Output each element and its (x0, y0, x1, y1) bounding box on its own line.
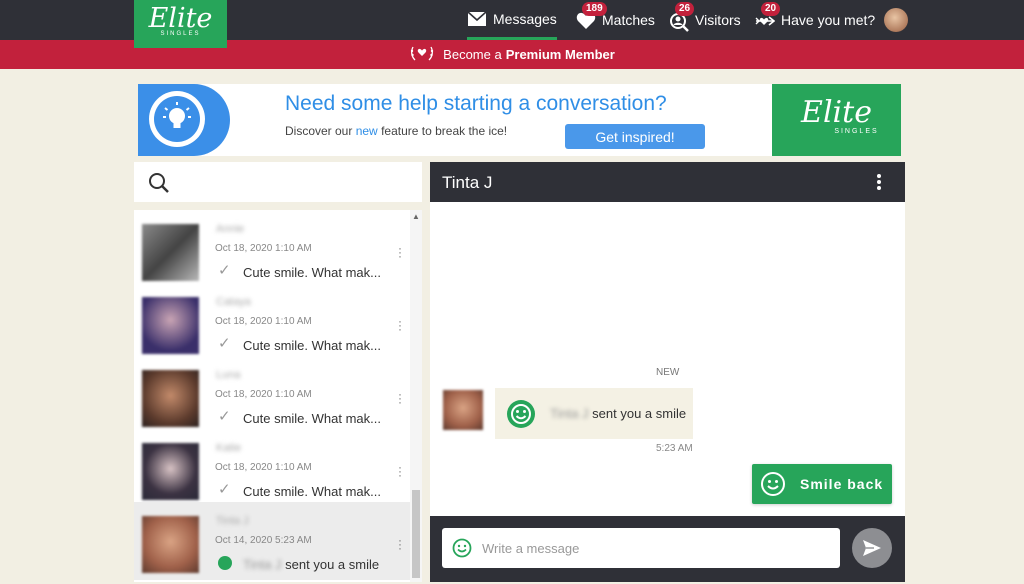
chat-contact-name[interactable]: Tinta J (442, 173, 492, 193)
nav-visitors[interactable]: 26 Visitors (669, 0, 741, 40)
user-avatar[interactable] (884, 8, 908, 32)
emoji-icon[interactable] (452, 538, 472, 558)
conversation-menu-icon[interactable]: · · · (397, 388, 403, 408)
nav-have-you-met-label: Have you met? (781, 12, 876, 28)
conversation-menu-icon[interactable]: · · · (397, 242, 403, 262)
avatar (142, 516, 199, 573)
conversation-item[interactable]: Cataya Oct 18, 2020 1:10 AM ✓ Cute smile… (134, 283, 410, 356)
smile-back-button[interactable]: Smile back (752, 464, 892, 504)
avatar (142, 297, 199, 354)
conversation-list-scrollbar[interactable]: ▲ (410, 210, 422, 582)
message-field[interactable] (442, 528, 840, 568)
conversation-item[interactable]: Luna Oct 18, 2020 1:10 AM ✓ Cute smile. … (134, 356, 410, 429)
elite-singles-logo[interactable]: Elite SINGLES (134, 0, 227, 48)
visitors-count-badge: 26 (675, 2, 695, 16)
cupid-arrow-icon: 20 (755, 2, 781, 30)
avatar (142, 224, 199, 281)
laurel-heart-icon (409, 44, 435, 65)
read-check-icon: ✓ (218, 481, 231, 498)
nav-matches[interactable]: 189 Matches (576, 0, 655, 40)
heart-icon: 189 (576, 2, 607, 30)
premium-prefix: Become a (443, 47, 502, 62)
conversation-item[interactable]: Annie Oct 18, 2020 1:10 AM ✓ Cute smile.… (134, 210, 410, 283)
conversation-help-banner: Need some help starting a conversation? … (138, 84, 901, 156)
nav-matches-label: Matches (602, 12, 655, 28)
banner-subtitle: Discover our new feature to break the ic… (285, 124, 508, 138)
matches-count-badge: 189 (582, 2, 607, 16)
conversation-menu-icon[interactable]: · · · (397, 461, 403, 481)
banner-elite-logo: Elite SINGLES (772, 84, 901, 156)
lightbulb-icon (138, 84, 230, 156)
conversation-menu-icon[interactable]: · · · (397, 315, 403, 335)
smile-icon (507, 400, 535, 428)
chat-menu-icon[interactable] (877, 174, 883, 192)
read-check-icon: ✓ (218, 262, 231, 279)
have-you-met-count-badge: 20 (761, 2, 781, 16)
read-check-icon: ✓ (218, 335, 231, 352)
conversation-list[interactable]: Annie Oct 18, 2020 1:10 AM ✓ Cute smile.… (134, 210, 422, 582)
nav-messages[interactable]: Messages (467, 0, 557, 40)
message-input[interactable] (482, 538, 822, 558)
avatar (142, 370, 199, 427)
scroll-up-arrow-icon[interactable]: ▲ (412, 212, 420, 221)
read-check-icon: ✓ (218, 408, 231, 425)
visitor-icon: 26 (669, 2, 695, 32)
chat-composer (430, 516, 905, 582)
conversation-item[interactable]: Katie Oct 18, 2020 1:10 AM ✓ Cute smile.… (134, 429, 410, 502)
nav-messages-label: Messages (493, 10, 557, 27)
avatar (142, 443, 199, 500)
search-icon (148, 172, 170, 194)
chat-header: Tinta J (430, 162, 905, 202)
conversation-search[interactable] (134, 162, 422, 202)
get-inspired-button[interactable]: Get inspired! (565, 124, 705, 149)
nav-visitors-label: Visitors (695, 12, 741, 28)
scroll-thumb[interactable] (412, 490, 420, 578)
premium-bold: Premium Member (505, 47, 615, 62)
nav-have-you-met[interactable]: 20 Have you met? (755, 0, 875, 40)
chat-panel: Tinta J NEW Tinta J sent you a smile 5:2… (430, 162, 905, 582)
message-timestamp: 5:23 AM (656, 443, 693, 454)
smile-icon (218, 556, 232, 570)
conversation-item-selected[interactable]: Tinta J Oct 14, 2020 5:23 AM Tinta J sen… (134, 502, 410, 580)
new-messages-label: NEW (656, 367, 680, 378)
send-button[interactable] (852, 528, 892, 568)
conversation-menu-icon[interactable]: · · · (397, 534, 403, 554)
smile-icon (760, 471, 786, 497)
envelope-icon (467, 9, 487, 29)
sender-avatar[interactable] (443, 390, 483, 430)
banner-title: Need some help starting a conversation? (285, 92, 667, 115)
send-icon (863, 540, 881, 556)
smile-message-bubble: Tinta J sent you a smile (495, 388, 693, 439)
